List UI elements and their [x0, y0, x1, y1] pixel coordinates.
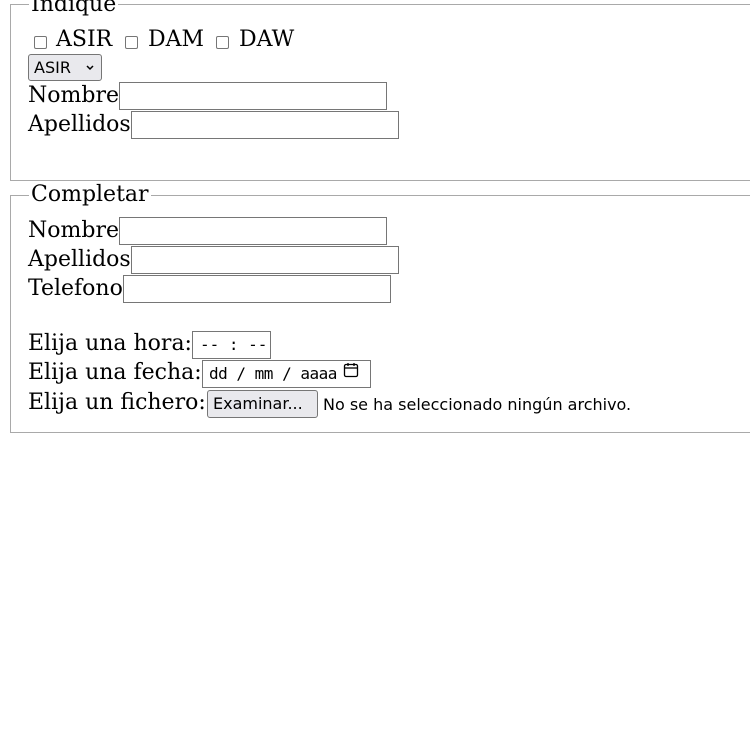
checkbox-asir-label: ASIR	[56, 27, 113, 52]
completar-nombre-input[interactable]	[119, 217, 387, 245]
calendar-icon[interactable]	[343, 360, 359, 386]
checkbox-dam[interactable]	[125, 36, 138, 49]
time-input[interactable]: -- : --	[192, 331, 271, 359]
completar-telefono-label: Telefono	[28, 276, 123, 301]
completar-apellidos-label: Apellidos	[28, 247, 131, 272]
fecha-label: Elija una fecha:	[28, 360, 202, 385]
file-status-text: No se ha seleccionado ningún archivo.	[323, 395, 632, 414]
completar-apellidos-input[interactable]	[131, 246, 399, 274]
checkbox-daw-label: DAW	[239, 27, 295, 52]
browse-file-button[interactable]: Examinar...	[207, 390, 318, 418]
checkbox-daw[interactable]	[216, 36, 229, 49]
course-select[interactable]: ASIR	[28, 54, 102, 81]
completar-legend: Completar	[29, 182, 151, 207]
completar-telefono-input[interactable]	[123, 275, 391, 303]
hora-label: Elija una hora:	[28, 331, 192, 356]
date-input-placeholder: dd / mm / aaaa	[209, 364, 337, 383]
time-input-placeholder: -- : --	[200, 335, 268, 354]
indique-apellidos-input[interactable]	[131, 111, 399, 139]
checkbox-asir[interactable]	[34, 36, 47, 49]
indique-apellidos-label: Apellidos	[28, 112, 131, 137]
indique-nombre-input[interactable]	[119, 82, 387, 110]
course-select-value: ASIR	[34, 58, 71, 77]
date-input[interactable]: dd / mm / aaaa	[202, 360, 371, 388]
indique-legend: Indique	[29, 0, 119, 17]
checkbox-dam-label: DAM	[148, 27, 205, 52]
fichero-label: Elija un fichero:	[28, 390, 206, 415]
completar-nombre-label: Nombre	[28, 218, 119, 243]
indique-nombre-label: Nombre	[28, 83, 119, 108]
